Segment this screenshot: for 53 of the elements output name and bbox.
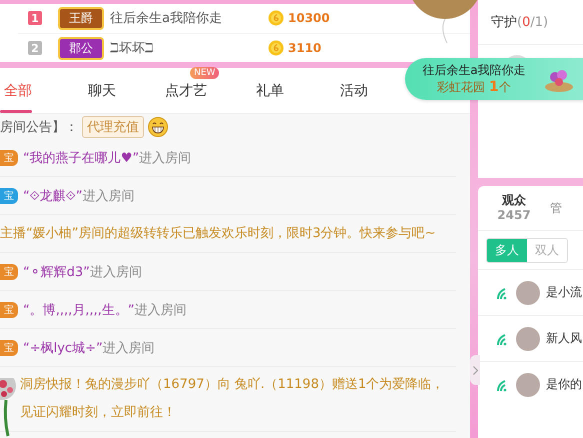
enter-room-text: 进入房间 bbox=[139, 150, 192, 166]
gift-sender: 往后余生a我陪你走 bbox=[422, 62, 526, 79]
chevron-right-icon bbox=[472, 366, 478, 374]
enter-room-text: 进入房间 bbox=[90, 264, 142, 280]
rank-number: 2 bbox=[28, 41, 42, 55]
user-avatar[interactable] bbox=[516, 280, 540, 304]
noble-title-badge: 王爵 bbox=[58, 6, 104, 30]
chat-tab[interactable]: 全部 bbox=[0, 68, 60, 113]
gift-unit: 个 bbox=[498, 80, 511, 94]
contributor-name: ℶ坏坏ℶ bbox=[110, 40, 155, 57]
chat-tab[interactable]: 礼单 bbox=[228, 68, 312, 113]
username-link[interactable]: “我的燕子在哪儿♥” bbox=[23, 148, 140, 166]
vip-badge: 宝 bbox=[0, 188, 18, 204]
system-message: 主播“媛小柚”房间的超级转转乐已触发欢乐时刻，限时3分钟。快来参与吧~ bbox=[0, 224, 436, 242]
grinning-emoji-icon bbox=[148, 116, 168, 136]
system-message: 洞房快报！兔的漫步吖（16797）向 兔吖.（11198）赠送1个为爱降临，见证闪耀时刻，立即前往！ bbox=[20, 376, 446, 422]
user-avatar[interactable] bbox=[516, 372, 540, 396]
coin-icon bbox=[268, 40, 284, 56]
audience-tab[interactable]: 管 bbox=[550, 186, 583, 230]
chat-tab[interactable]: 聊天 bbox=[60, 68, 144, 113]
username-link[interactable]: “。博,,,,月,,,,生。” bbox=[23, 300, 135, 318]
gift-name: 彩虹花园 bbox=[437, 80, 486, 94]
rank-number: 1 bbox=[28, 11, 42, 25]
gift-count: 1 bbox=[489, 79, 499, 95]
vip-badge: 宝 bbox=[0, 302, 18, 318]
user-avatar[interactable] bbox=[516, 326, 540, 350]
coin-amount: 10300 bbox=[288, 11, 330, 25]
user-name: 是小流 bbox=[546, 284, 582, 301]
vip-badge: 宝 bbox=[0, 150, 18, 166]
username-link[interactable]: “÷枫lyc城÷” bbox=[23, 338, 103, 356]
vip-badge: 宝 bbox=[0, 264, 18, 280]
audience-tab[interactable]: 观众 2457 bbox=[478, 186, 550, 230]
guard-count-open: ( bbox=[517, 14, 522, 30]
contributor-name: 往后余生a我陪你走 bbox=[110, 10, 223, 27]
announcement-label: 房间公告】： bbox=[0, 118, 78, 136]
new-badge: NEW bbox=[190, 67, 220, 79]
coin-amount: 3110 bbox=[288, 41, 322, 55]
user-name: 新人风 bbox=[546, 330, 582, 347]
vip-badge: 宝 bbox=[0, 340, 18, 356]
username-link[interactable]: “⚬辉辉d3” bbox=[23, 262, 90, 280]
flower-bouquet-drawing bbox=[0, 378, 18, 438]
coin-icon bbox=[268, 10, 284, 26]
user-name: 是你的 bbox=[546, 376, 582, 393]
guard-title: 守护 bbox=[491, 14, 517, 31]
collapse-button[interactable] bbox=[470, 355, 480, 385]
enter-room-text: 进入房间 bbox=[82, 188, 134, 204]
guard-count-total: /1) bbox=[530, 14, 548, 30]
chat-tab[interactable]: 活动 bbox=[312, 68, 396, 113]
username-link[interactable]: “⟐龙麒⟐” bbox=[23, 186, 82, 204]
guard-count: 0 bbox=[522, 14, 530, 30]
enter-room-text: 进入房间 bbox=[102, 340, 155, 356]
noble-title-badge: 郡公 bbox=[58, 36, 104, 60]
enter-room-text: 进入房间 bbox=[134, 302, 187, 318]
